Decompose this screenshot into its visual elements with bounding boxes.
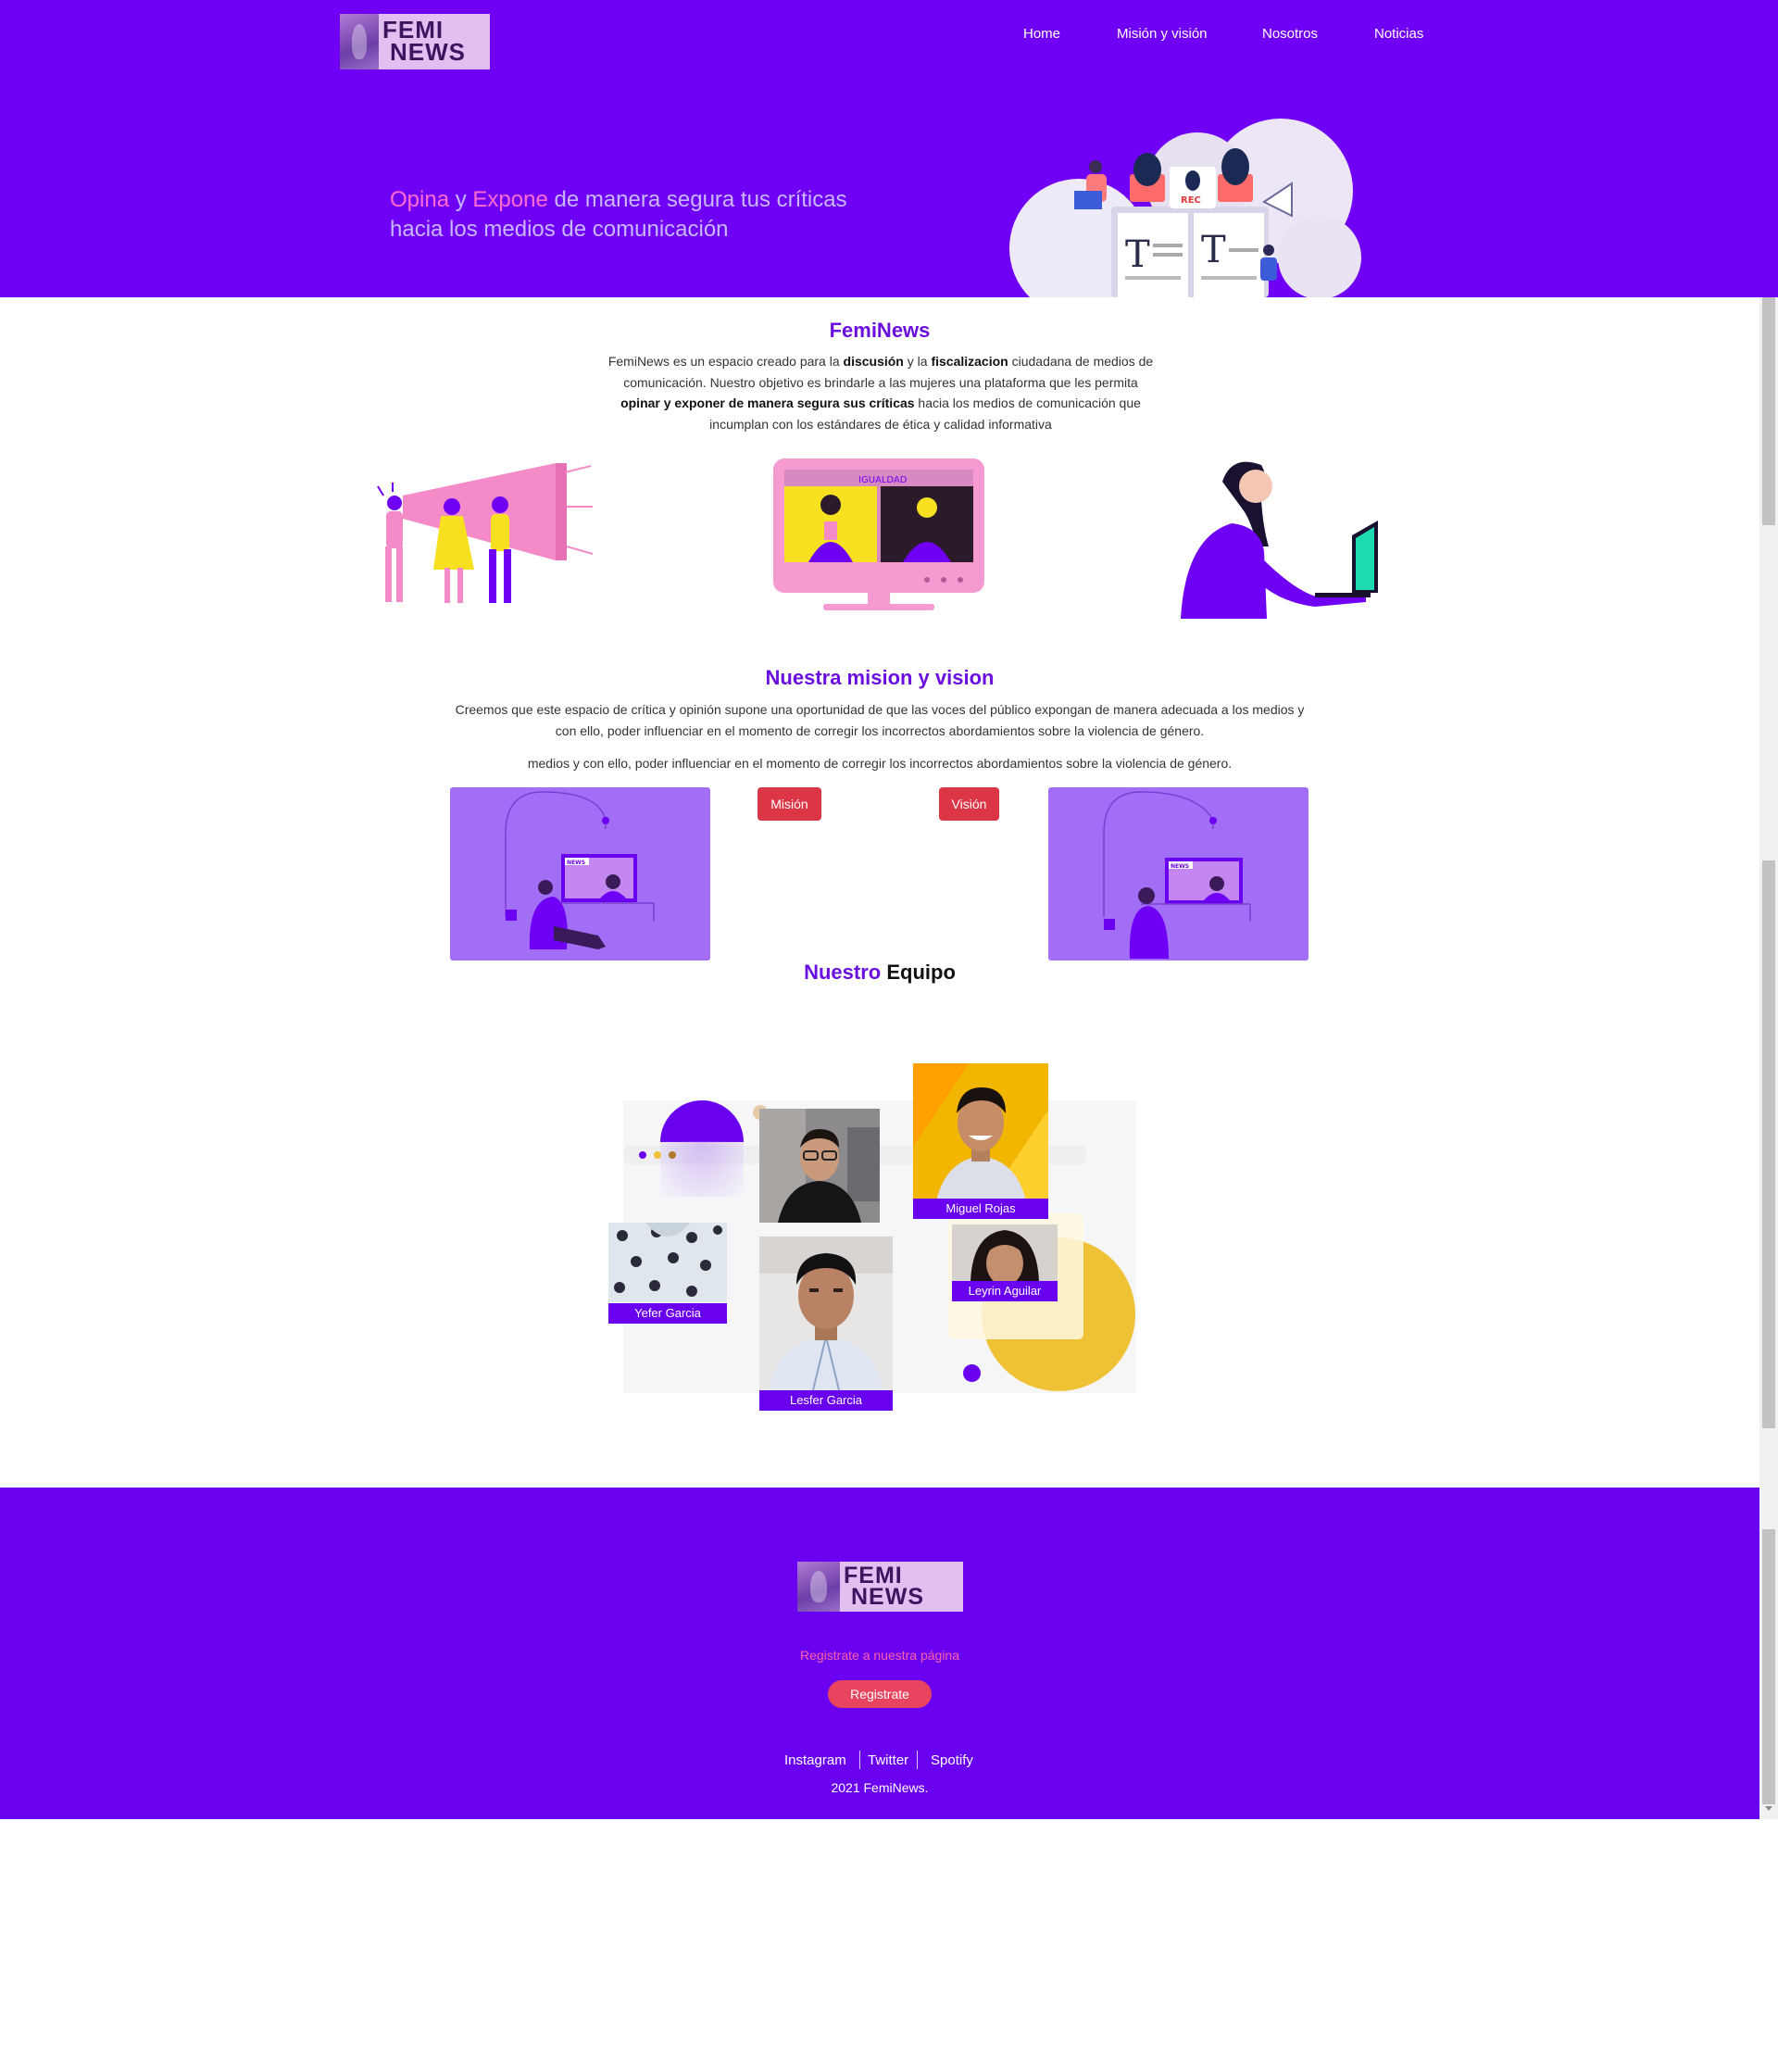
hero-text-line2: hacia los medios de comunicación <box>390 217 729 242</box>
woman-laptop-illustration <box>1181 461 1378 619</box>
tv-news-label: NEWS <box>567 860 585 866</box>
logo-portrait-image <box>340 14 379 69</box>
nav-nosotros[interactable]: Nosotros <box>1262 26 1318 42</box>
footer-link-separator <box>917 1751 918 1769</box>
about-title: FemiNews <box>829 319 931 342</box>
hero-banner: FEMI NEWS Home Misión y visión Nosotros … <box>0 0 1778 297</box>
vision-image: NEWS <box>1048 787 1308 961</box>
collage-purple-dot <box>963 1364 981 1382</box>
scroll-down-arrow-icon[interactable] <box>1765 1806 1772 1811</box>
logo-line-2: NEWS <box>390 37 466 66</box>
hero-newsroom-illustration: T T REC <box>1009 119 1361 297</box>
logo-text: FEMI NEWS <box>382 18 466 66</box>
team-label-miguel-rojas: Miguel Rojas <box>913 1199 1048 1219</box>
hero-text-y: y <box>449 187 473 212</box>
team-photo-leyrin-aguilar <box>952 1224 1058 1282</box>
scrollbar-thumb[interactable] <box>1762 1529 1775 1804</box>
team-photo-lesfer-garcia <box>759 1237 893 1390</box>
footer-logo-portrait-image <box>797 1562 840 1612</box>
tv-news-label: NEWS <box>1171 863 1189 870</box>
collage-dot-yellow <box>654 1151 661 1159</box>
scrollbar-thumb[interactable] <box>1762 297 1775 525</box>
hero-accent-opina: Opina <box>390 187 450 212</box>
footer-link-instagram[interactable]: Instagram <box>784 1752 846 1768</box>
page-scrollbar[interactable] <box>1759 297 1778 1819</box>
hero-accent-expone: Expone <box>472 187 548 212</box>
megaphone-women-illustration <box>377 463 594 603</box>
register-cta-text: Registrate a nuestra página <box>800 1648 959 1663</box>
video-call-monitor-illustration: IGUALDAD <box>773 458 984 610</box>
team-title: Nuestro Equipo <box>0 961 1759 985</box>
nav-home[interactable]: Home <box>1023 26 1060 42</box>
about-bold-opinar: opinar y exponer de manera segura sus cr… <box>620 396 915 410</box>
about-bold-fiscalizacion: fiscalizacion <box>931 354 1008 369</box>
illustration-letter-t-left: T <box>1125 233 1150 276</box>
team-label-yefer-garcia: Yefer Garcia <box>608 1303 727 1324</box>
mision-image: NEWS <box>450 787 710 961</box>
footer-logo-text: FEMI NEWS <box>844 1564 924 1610</box>
team-label-lesfer-garcia: Lesfer Garcia <box>759 1390 893 1411</box>
illustration-letter-t-right: T <box>1201 229 1226 271</box>
footer-logo[interactable]: FEMI NEWS <box>797 1562 963 1612</box>
scrollbar-thumb[interactable] <box>1762 860 1775 1428</box>
site-logo[interactable]: FEMI NEWS <box>340 14 490 69</box>
mission-paragraph-2: medios y con ello, poder influenciar en … <box>527 756 1233 771</box>
footer-link-twitter[interactable]: Twitter <box>868 1752 908 1768</box>
team-photo-miguel-rojas <box>913 1063 1048 1201</box>
mission-title: Nuestra mision y vision <box>765 666 995 689</box>
about-text: FemiNews es un espacio creado para la <box>607 354 844 369</box>
team-title-rest: Equipo <box>881 961 956 984</box>
footer-link-spotify[interactable]: Spotify <box>931 1752 973 1768</box>
mission-paragraph-1: Creemos que este espacio de crítica y op… <box>455 702 1305 738</box>
team-title-accent: Nuestro <box>804 961 882 984</box>
team-photo-member <box>759 1109 880 1223</box>
footer-logo-line-2: NEWS <box>851 1584 924 1610</box>
team-label-leyrin-aguilar: Leyrin Aguilar <box>952 1281 1058 1301</box>
hero-title: Opina y Expone de manera segura tus crít… <box>390 185 964 245</box>
mision-button[interactable]: Misión <box>758 787 821 821</box>
vision-button[interactable]: Visión <box>939 787 999 821</box>
monitor-caption: IGUALDAD <box>858 475 908 485</box>
nav-mision-vision[interactable]: Misión y visión <box>1117 26 1208 42</box>
footer-copyright: 2021 FemiNews. <box>831 1780 929 1795</box>
illustration-rec-label: REC <box>1181 195 1201 206</box>
register-button[interactable]: Registrate <box>828 1680 932 1708</box>
team-photo-yefer-garcia <box>608 1223 727 1302</box>
nav-noticias[interactable]: Noticias <box>1374 26 1423 42</box>
collage-dot-purple <box>639 1151 646 1159</box>
about-bold-discusion: discusión <box>843 354 904 369</box>
about-paragraph: FemiNews es un espacio creado para la di… <box>607 351 1154 434</box>
hero-text-line1: de manera segura tus críticas <box>547 187 847 212</box>
collage-purple-glow <box>660 1141 744 1197</box>
collage-dot-brown <box>669 1151 676 1159</box>
about-text: y la <box>903 354 932 369</box>
footer-link-separator <box>859 1751 860 1769</box>
